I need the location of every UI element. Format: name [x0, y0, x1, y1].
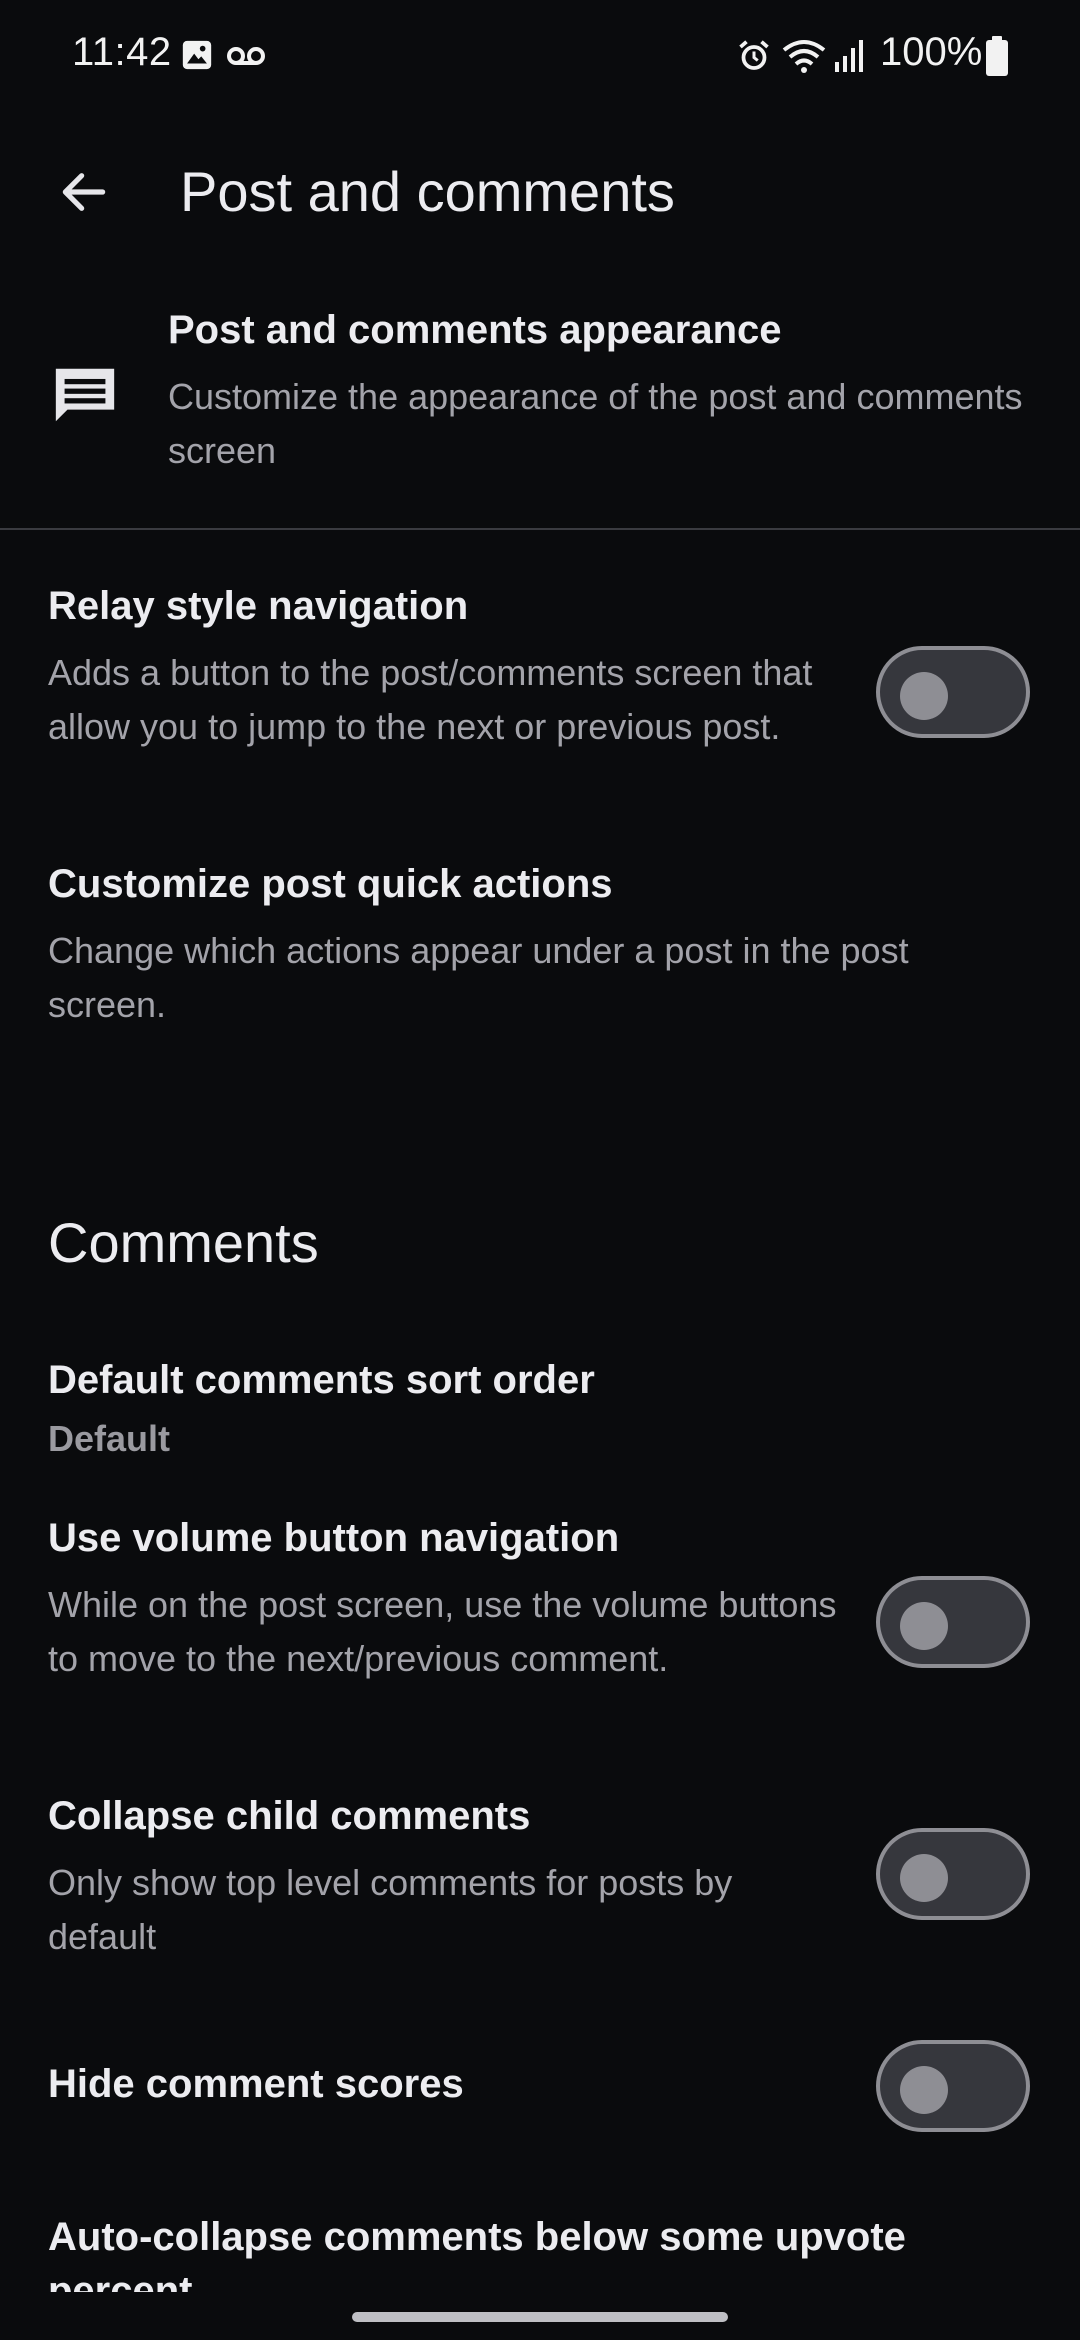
collapse-child-toggle[interactable]: [876, 1828, 1030, 1920]
image-icon: [182, 40, 212, 70]
gesture-navigation-handle[interactable]: [352, 2312, 728, 2322]
back-button[interactable]: [44, 152, 124, 232]
setting-title: Hide comment scores: [48, 2062, 464, 2106]
hide-scores-toggle[interactable]: [876, 2040, 1030, 2132]
setting-title: Default comments sort order: [48, 1358, 595, 1402]
arrow-back-icon: [62, 173, 106, 211]
status-bar: 11:42 100%: [0, 0, 1080, 110]
alarm-icon: [739, 40, 769, 70]
quick-actions-setting[interactable]: Customize post quick actions Change whic…: [0, 862, 1080, 1042]
toggle-knob: [900, 1602, 948, 1650]
setting-title: Customize post quick actions: [48, 862, 613, 906]
battery-icon: [986, 36, 1008, 76]
hide-scores-setting[interactable]: Hide comment scores: [0, 2040, 1080, 2150]
toggle-knob: [900, 2066, 948, 2114]
setting-description: Only show top level comments for posts b…: [48, 1862, 733, 1957]
setting-value: Default: [48, 1418, 171, 1459]
comment-icon: [55, 368, 115, 422]
top-app-bar: Post and comments: [0, 130, 1080, 250]
setting-description: Change which actions appear under a post…: [48, 930, 909, 1025]
collapse-child-setting[interactable]: Collapse child comments Only show top le…: [0, 1794, 1080, 1974]
sort-order-setting[interactable]: Default comments sort order Default: [0, 1358, 1080, 1478]
appearance-title: Post and comments appearance: [168, 308, 782, 352]
status-time: 11:42: [72, 30, 172, 74]
relay-navigation-setting[interactable]: Relay style navigation Adds a button to …: [0, 584, 1080, 814]
relay-navigation-toggle[interactable]: [876, 646, 1030, 738]
divider: [0, 528, 1080, 530]
setting-description: While on the post screen, use the volume…: [48, 1584, 837, 1679]
auto-collapse-setting[interactable]: Auto-collapse comments below some upvote…: [0, 2196, 1080, 2292]
setting-description: Adds a button to the post/comments scree…: [48, 652, 813, 747]
toggle-knob: [900, 1854, 948, 1902]
voicemail-icon: [227, 47, 265, 65]
appearance-settings-item[interactable]: Post and comments appearance Customize t…: [0, 290, 1080, 520]
page-title: Post and comments: [180, 160, 675, 223]
signal-icon: [835, 40, 863, 72]
wifi-icon: [782, 40, 826, 73]
toggle-knob: [900, 672, 948, 720]
volume-navigation-toggle[interactable]: [876, 1576, 1030, 1668]
volume-navigation-setting[interactable]: Use volume button navigation While on th…: [0, 1516, 1080, 1746]
setting-title: Relay style navigation: [48, 584, 469, 628]
setting-title: Collapse child comments: [48, 1794, 531, 1838]
appearance-description: Customize the appearance of the post and…: [168, 376, 1023, 471]
setting-title: Use volume button navigation: [48, 1516, 620, 1560]
setting-title: Auto-collapse comments below some upvote…: [48, 2215, 906, 2292]
comments-section-header: Comments: [48, 1211, 319, 1274]
battery-percent: 100%: [880, 30, 983, 74]
